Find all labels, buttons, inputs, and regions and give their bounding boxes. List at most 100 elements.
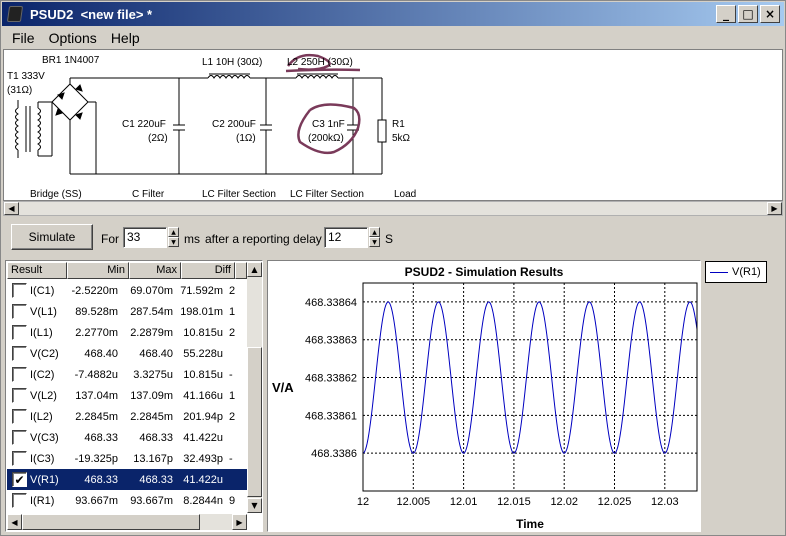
circuit-diagram[interactable]: BR1 1N4007 T1 333V (31Ω) L1 10H (30Ω) L2… (3, 49, 783, 201)
results-horizontal-scrollbar[interactable]: ◀ ▶ (7, 514, 247, 530)
scroll-right-icon[interactable]: ▶ (232, 514, 247, 530)
section-c-filter: C Filter (132, 189, 165, 200)
table-row[interactable]: I(C2) -7.4882u 3.3275u 10.815u - (7, 364, 247, 385)
result-name: V(C2) (30, 347, 59, 360)
result-name: V(C3) (30, 431, 59, 444)
result-extra: 1 (229, 305, 235, 318)
results-table[interactable]: Result Min Max Diff I(C1) -2.5220m 69.070m… (5, 260, 263, 532)
l2-label: L2 250H (30Ω) (287, 57, 353, 68)
r1-value: 5kΩ (392, 133, 411, 144)
row-checkbox[interactable] (12, 388, 27, 403)
table-row[interactable]: I(L2) 2.2845m 2.2845m 201.94p 2 (7, 406, 247, 427)
scroll-thumb[interactable] (22, 514, 200, 530)
y-tick-label: 468.33864 (305, 297, 357, 309)
header-diff[interactable]: Diff (181, 262, 235, 279)
menu-bar: File Options Help (2, 27, 784, 49)
simulation-controls: Simulate For 33 ▲ ▼ ms after a reporting … (1, 221, 786, 255)
bridge-rectifier[interactable] (51, 78, 97, 174)
table-row[interactable]: V(C2) 468.40 468.40 55.228u (7, 343, 247, 364)
row-checkbox[interactable] (12, 283, 27, 298)
row-checkbox[interactable] (12, 304, 27, 319)
header-result[interactable]: Result (7, 262, 67, 279)
delay-label: after a reporting delay of (205, 232, 336, 246)
row-checkbox[interactable] (12, 325, 27, 340)
transformer-symbol[interactable] (15, 100, 53, 158)
results-header: Result Min Max Diff (7, 262, 247, 279)
circuit-scrollbar[interactable]: ◀ ▶ (3, 201, 783, 216)
legend-swatch (710, 271, 728, 273)
c2-label: C2 200uF (212, 119, 256, 130)
result-max: 13.167p (133, 452, 173, 465)
duration-input[interactable]: 33 (123, 227, 167, 248)
y-tick-label: 468.33862 (305, 373, 357, 385)
simulate-button[interactable]: Simulate (11, 224, 93, 250)
result-extra: - (229, 368, 233, 381)
row-checkbox[interactable] (12, 430, 27, 445)
table-row[interactable]: I(C3) -19.325p 13.167p 32.493p - (7, 448, 247, 469)
delay-spinner[interactable]: ▲ ▼ (369, 227, 380, 248)
result-min: 468.40 (84, 347, 118, 360)
menu-options[interactable]: Options (42, 30, 104, 46)
row-checkbox[interactable]: ✔ (12, 472, 27, 487)
row-checkbox[interactable] (12, 346, 27, 361)
menu-help[interactable]: Help (104, 30, 147, 46)
table-row[interactable]: I(L1) 2.2770m 2.2879m 10.815u 2 (7, 322, 247, 343)
minimize-button[interactable]: _ (716, 5, 736, 23)
spin-up-icon[interactable]: ▲ (369, 227, 380, 237)
legend-label: V(R1) (732, 266, 761, 278)
result-min: -19.325p (74, 452, 118, 465)
x-tick-label: 12.005 (396, 496, 430, 508)
results-vertical-scrollbar[interactable]: ▲ ▼ (247, 262, 262, 513)
table-row[interactable]: V(L2) 137.04m 137.09m 41.166u 1 (7, 385, 247, 406)
app-icon (6, 6, 24, 22)
c3-capacitor[interactable] (347, 78, 359, 174)
scroll-up-icon[interactable]: ▲ (247, 262, 262, 277)
scroll-thumb[interactable] (247, 347, 262, 497)
result-extra: - (229, 452, 233, 465)
result-name: I(C3) (30, 452, 55, 465)
row-checkbox[interactable] (12, 409, 27, 424)
l2-inductor[interactable] (295, 73, 382, 79)
c2-capacitor[interactable] (260, 78, 272, 174)
scroll-down-icon[interactable]: ▼ (247, 498, 262, 513)
chart-legend[interactable]: V(R1) (705, 261, 767, 283)
spin-down-icon[interactable]: ▼ (168, 237, 179, 247)
scroll-left-icon[interactable]: ◀ (4, 202, 19, 215)
y-tick-label: 468.3386 (311, 448, 357, 460)
spin-down-icon[interactable]: ▼ (369, 237, 380, 247)
title-bar[interactable]: PSUD2 <new file> * _ □ × (2, 2, 784, 26)
result-diff: 41.422u (183, 473, 223, 486)
maximize-button[interactable]: □ (738, 5, 758, 23)
header-min[interactable]: Min (67, 262, 129, 279)
menu-file[interactable]: File (2, 30, 42, 46)
row-checkbox[interactable] (12, 493, 27, 508)
results-chart[interactable]: PSUD2 - Simulation Results V/A Time 12 12… (267, 260, 701, 532)
x-tick-label: 12 (357, 496, 369, 508)
result-name: V(R1) (30, 473, 59, 486)
result-extra: 1 (229, 389, 235, 402)
l1-inductor[interactable] (207, 73, 296, 79)
header-max[interactable]: Max (129, 262, 181, 279)
result-diff: 41.422u (183, 431, 223, 444)
scroll-right-icon[interactable]: ▶ (767, 202, 782, 215)
scroll-left-icon[interactable]: ◀ (7, 514, 22, 530)
table-row[interactable]: V(C3) 468.33 468.33 41.422u (7, 427, 247, 448)
c1-label: C1 220uF (122, 119, 166, 130)
spin-up-icon[interactable]: ▲ (168, 227, 179, 237)
r1-resistor[interactable] (377, 78, 387, 174)
row-checkbox[interactable] (12, 367, 27, 382)
header-extra[interactable] (235, 262, 247, 279)
table-row[interactable]: V(L1) 89.528m 287.54m 198.01m 1 (7, 301, 247, 322)
result-min: 137.04m (75, 389, 118, 402)
c1-capacitor[interactable] (173, 78, 185, 174)
delay-input[interactable]: 12 (324, 227, 368, 248)
duration-spinner[interactable]: ▲ ▼ (168, 227, 179, 248)
table-row[interactable]: ✔ V(R1) 468.33 468.33 41.422u (7, 469, 247, 490)
result-max: 137.09m (130, 389, 173, 402)
result-diff: 10.815u (183, 368, 223, 381)
result-diff: 32.493p (183, 452, 223, 465)
table-row[interactable]: I(R1) 93.667m 93.667m 8.2844n 9 (7, 490, 247, 511)
close-button[interactable]: × (760, 5, 780, 23)
table-row[interactable]: I(C1) -2.5220m 69.070m 71.592m 2 (7, 280, 247, 301)
row-checkbox[interactable] (12, 451, 27, 466)
